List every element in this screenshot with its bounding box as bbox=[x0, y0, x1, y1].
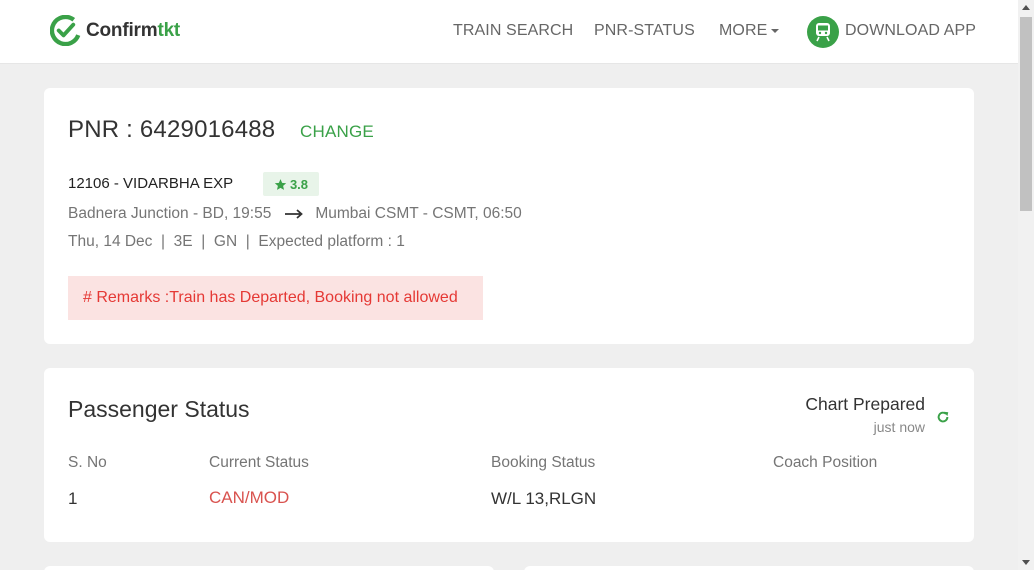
passenger-current-status: CAN/MOD bbox=[209, 488, 290, 507]
nav-more-label: MORE bbox=[719, 22, 768, 39]
destination-station: Mumbai CSMT - CSMT, 06:50 bbox=[315, 205, 522, 222]
logo-text: Confirmtkt bbox=[86, 19, 181, 41]
nav-train-search[interactable]: TRAIN SEARCH bbox=[453, 22, 573, 40]
lower-right-card bbox=[524, 566, 974, 570]
pnr-number: PNR : 6429016488 bbox=[68, 116, 276, 143]
chart-status: Chart Prepared bbox=[805, 394, 925, 414]
confirmtkt-logo-icon bbox=[50, 15, 81, 46]
passenger-status-title: Passenger Status bbox=[68, 396, 250, 422]
top-header: Confirmtkt TRAIN SEARCH PNR-STATUS MORE … bbox=[0, 0, 1018, 64]
caret-down-icon bbox=[771, 28, 780, 33]
journey-route: Badnera Junction - BD, 19:55 Mumbai CSMT… bbox=[68, 205, 522, 223]
journey-details: Thu, 14 Dec | 3E | GN | Expected platfor… bbox=[68, 233, 405, 250]
refresh-icon[interactable] bbox=[936, 410, 950, 424]
train-rating-badge[interactable]: 3.8 bbox=[263, 172, 319, 196]
column-header-booking-status: Booking Status bbox=[491, 454, 596, 471]
rating-value: 3.8 bbox=[289, 176, 309, 192]
column-header-coach-position: Coach Position bbox=[773, 454, 878, 471]
passenger-booking-status: W/L 13,RLGN bbox=[491, 489, 597, 508]
column-header-sno: S. No bbox=[68, 454, 107, 471]
confirmtkt-logo[interactable]: Confirmtkt bbox=[50, 15, 180, 46]
train-app-icon[interactable] bbox=[807, 16, 839, 48]
change-pnr-link[interactable]: CHANGE bbox=[300, 122, 374, 142]
passenger-status-card: Passenger Status Chart Prepared just now… bbox=[44, 368, 974, 542]
nav-more[interactable]: MORE bbox=[719, 22, 780, 40]
star-icon bbox=[274, 178, 287, 190]
passenger-sno: 1 bbox=[68, 489, 78, 508]
arrow-right-icon bbox=[285, 209, 304, 219]
column-header-current-status: Current Status bbox=[209, 454, 309, 471]
nav-pnr-status[interactable]: PNR-STATUS bbox=[594, 22, 695, 40]
remarks-banner: # Remarks :Train has Departed, Booking n… bbox=[68, 276, 483, 320]
train-name[interactable]: 12106 - VIDARBHA EXP bbox=[68, 175, 233, 192]
chart-status-time: just now bbox=[873, 419, 925, 435]
pnr-info-card: PNR : 6429016488 CHANGE 12106 - VIDARBHA… bbox=[44, 88, 974, 344]
scroll-up-arrow-icon[interactable] bbox=[1022, 5, 1030, 10]
origin-station: Badnera Junction - BD, 19:55 bbox=[68, 205, 272, 222]
lower-left-card bbox=[44, 566, 494, 570]
nav-download-app[interactable]: DOWNLOAD APP bbox=[845, 22, 976, 40]
scroll-thumb[interactable] bbox=[1020, 17, 1032, 211]
page-scrollbar[interactable] bbox=[1018, 0, 1034, 570]
scroll-down-arrow-icon[interactable] bbox=[1022, 560, 1030, 565]
